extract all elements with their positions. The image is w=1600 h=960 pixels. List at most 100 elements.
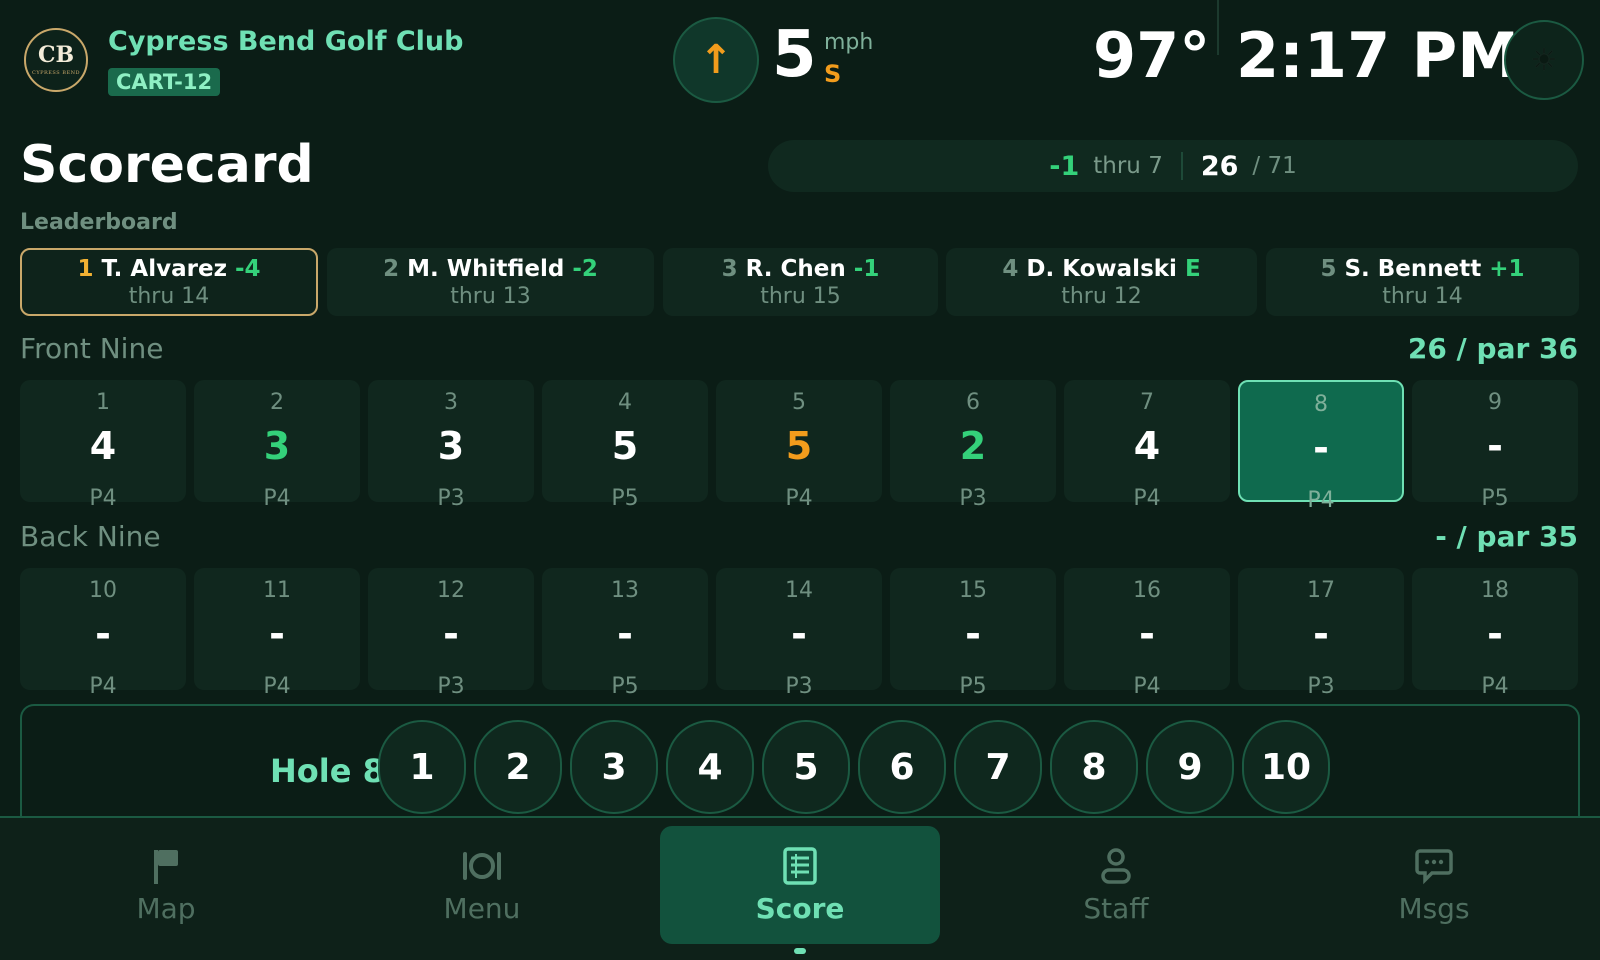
logo-monogram: CB bbox=[37, 42, 75, 68]
temperature: 97° bbox=[1093, 19, 1211, 92]
score-option-button[interactable]: 9 bbox=[1146, 720, 1234, 814]
nav-tab-score[interactable]: Score bbox=[660, 826, 940, 954]
hole-par: P4 bbox=[1307, 488, 1335, 513]
score-option-button[interactable]: 2 bbox=[474, 720, 562, 814]
hole-cell[interactable]: 16 - P4 bbox=[1064, 568, 1230, 699]
hole-score: - bbox=[965, 612, 981, 656]
hole-par: P3 bbox=[1307, 674, 1335, 699]
hole-score: - bbox=[1139, 612, 1155, 656]
hole-score: - bbox=[443, 612, 459, 656]
leader-name: T. Alvarez bbox=[101, 255, 227, 282]
hole-cell[interactable]: 5 5 P4 bbox=[716, 380, 882, 511]
sun-icon: ☀ bbox=[1530, 42, 1558, 78]
leader-line: 5 S. Bennett +1 bbox=[1320, 256, 1524, 282]
back-nine-title: Back Nine bbox=[20, 520, 161, 553]
leaderboard-entry[interactable]: 2 M. Whitfield -2 thru 13 bbox=[327, 248, 654, 316]
hole-par: P4 bbox=[1481, 674, 1509, 699]
hole-score: - bbox=[95, 612, 111, 656]
hole-cell[interactable]: 15 - P5 bbox=[890, 568, 1056, 699]
leader-thru: thru 12 bbox=[1061, 283, 1142, 309]
hole-score: 2 bbox=[959, 424, 987, 468]
leader-rank: 1 bbox=[77, 255, 94, 282]
hole-number: 8 bbox=[1314, 392, 1328, 417]
leaderboard-entry[interactable]: 1 T. Alvarez -4 thru 14 bbox=[20, 248, 318, 316]
hole-number: 15 bbox=[959, 578, 987, 603]
hole-cell[interactable]: 12 - P3 bbox=[368, 568, 534, 699]
leaderboard-entry[interactable]: 5 S. Bennett +1 thru 14 bbox=[1266, 248, 1579, 316]
hole-cell[interactable]: 1 4 P4 bbox=[20, 380, 186, 511]
hole-number: 18 bbox=[1481, 578, 1509, 603]
score-option-button[interactable]: 5 bbox=[762, 720, 850, 814]
nav-label: Score bbox=[755, 891, 845, 925]
leader-score: E bbox=[1184, 255, 1201, 282]
hole-number: 5 bbox=[792, 390, 806, 415]
leader-line: 1 T. Alvarez -4 bbox=[77, 256, 260, 282]
front-nine-total: 26 / par 36 bbox=[1407, 332, 1578, 365]
leader-name: M. Whitfield bbox=[407, 255, 565, 282]
hole-cell[interactable]: 18 - P4 bbox=[1412, 568, 1578, 699]
leaderboard-entry[interactable]: 4 D. Kowalski E thru 12 bbox=[946, 248, 1257, 316]
hole-cell[interactable]: 2 3 P4 bbox=[194, 380, 360, 511]
hole-cell[interactable]: 7 4 P4 bbox=[1064, 380, 1230, 511]
hole-score: 5 bbox=[611, 424, 639, 468]
hole-cell[interactable]: 10 - P4 bbox=[20, 568, 186, 699]
leader-rank: 5 bbox=[1320, 255, 1337, 282]
score-option-button[interactable]: 4 bbox=[666, 720, 754, 814]
score-option-button[interactable]: 3 bbox=[570, 720, 658, 814]
header-divider bbox=[1217, 0, 1219, 55]
hole-par: P4 bbox=[1133, 674, 1161, 699]
wind-unit: mph bbox=[824, 30, 874, 55]
hole-cell[interactable]: 6 2 P3 bbox=[890, 380, 1056, 511]
hole-cell[interactable]: 4 5 P5 bbox=[542, 380, 708, 511]
summary-divider bbox=[1180, 152, 1183, 180]
nav-label: Msgs bbox=[1398, 891, 1470, 925]
score-option-button[interactable]: 7 bbox=[954, 720, 1042, 814]
hole-par: P5 bbox=[959, 674, 987, 699]
hole-number: 10 bbox=[89, 578, 117, 603]
leaderboard-entry[interactable]: 3 R. Chen -1 thru 15 bbox=[663, 248, 938, 316]
leader-line: 2 M. Whitfield -2 bbox=[383, 256, 598, 282]
hole-cell[interactable]: 8 - P4 bbox=[1238, 380, 1404, 513]
hole-cell[interactable]: 3 3 P3 bbox=[368, 380, 534, 511]
person-icon bbox=[1101, 847, 1131, 884]
wind-direction: S bbox=[824, 60, 842, 88]
score-option-button[interactable]: 8 bbox=[1050, 720, 1138, 814]
score-option-button[interactable]: 10 bbox=[1242, 720, 1330, 814]
hole-number: 14 bbox=[785, 578, 813, 603]
score-option-button[interactable]: 1 bbox=[378, 720, 466, 814]
hole-cell[interactable]: 14 - P3 bbox=[716, 568, 882, 699]
theme-toggle-button[interactable]: ☀ bbox=[1504, 20, 1584, 100]
plate-icon bbox=[463, 851, 501, 880]
leader-line: 4 D. Kowalski E bbox=[1002, 256, 1200, 282]
hole-number: 3 bbox=[444, 390, 458, 415]
hole-par: P3 bbox=[437, 486, 465, 511]
page-title: Scorecard bbox=[20, 135, 314, 195]
hole-cell[interactable]: 11 - P4 bbox=[194, 568, 360, 699]
nav-tab-staff[interactable]: Staff bbox=[1016, 826, 1216, 944]
round-summary: -1 thru 7 26 / 71 bbox=[768, 140, 1578, 192]
chat-icon bbox=[1415, 848, 1453, 884]
hole-par: P3 bbox=[437, 674, 465, 699]
hole-cell[interactable]: 17 - P3 bbox=[1238, 568, 1404, 699]
leader-thru: thru 14 bbox=[128, 283, 210, 309]
hole-cell[interactable]: 13 - P5 bbox=[542, 568, 708, 699]
leader-thru: thru 14 bbox=[1382, 283, 1463, 309]
leaderboard-label: Leaderboard bbox=[20, 210, 178, 235]
hole-score: 4 bbox=[1133, 424, 1161, 468]
nav-tab-menu[interactable]: Menu bbox=[382, 826, 582, 944]
nav-tab-messages[interactable]: Msgs bbox=[1334, 826, 1534, 944]
hole-cell[interactable]: 9 - P5 bbox=[1412, 380, 1578, 511]
leader-rank: 3 bbox=[721, 255, 738, 282]
back-nine-total: - / par 35 bbox=[1435, 520, 1578, 553]
nav-tab-map[interactable]: Map bbox=[66, 826, 266, 944]
hole-number: 9 bbox=[1488, 390, 1502, 415]
hole-par: P3 bbox=[785, 674, 813, 699]
logo-subtext: CYPRESS BEND bbox=[32, 70, 80, 76]
summary-course-par: / 71 bbox=[1252, 153, 1297, 179]
scorecard-icon bbox=[783, 846, 817, 885]
score-option-button[interactable]: 6 bbox=[858, 720, 946, 814]
hole-score: - bbox=[1487, 612, 1503, 656]
front-nine-title: Front Nine bbox=[20, 332, 164, 365]
cart-badge: CART-12 bbox=[108, 68, 221, 96]
top-bar: CB CYPRESS BEND Cypress Bend Golf Club C… bbox=[0, 0, 1600, 122]
